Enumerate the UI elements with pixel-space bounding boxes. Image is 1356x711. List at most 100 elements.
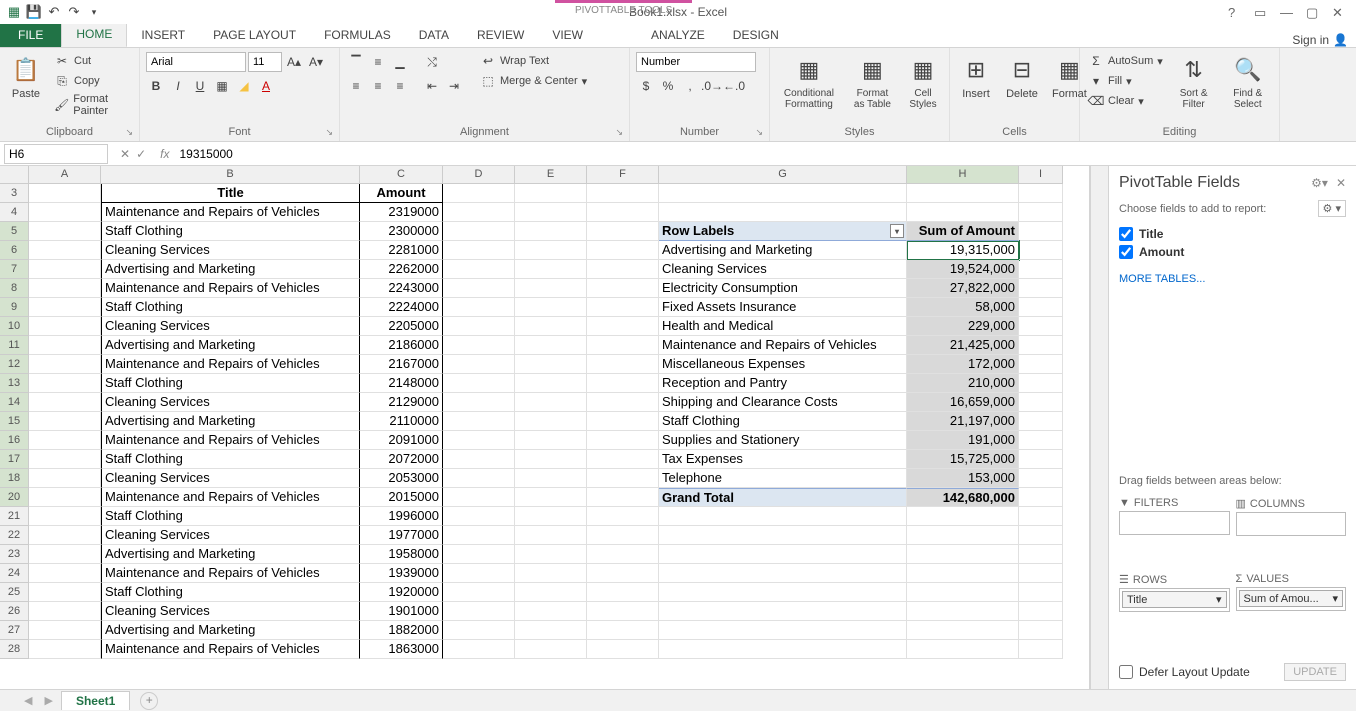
cell[interactable] [1019,222,1063,241]
row-header[interactable]: 14 [0,393,29,412]
formula-input[interactable] [175,144,1356,164]
cell[interactable]: 2186000 [360,336,443,355]
cell[interactable] [1019,412,1063,431]
field-checkbox[interactable]: Amount [1119,243,1346,261]
font-launcher-icon[interactable]: ↘ [325,127,333,138]
cell[interactable] [1019,260,1063,279]
cell[interactable] [29,355,101,374]
cell[interactable]: Maintenance and Repairs of Vehicles [101,279,360,298]
cell-styles-button[interactable]: ▦Cell Styles [903,52,943,112]
pane-options-icon[interactable]: ⚙▾ [1311,176,1328,190]
grid[interactable]: ABCDEFGHI 3TitleAmount4Maintenance and R… [0,166,1090,689]
update-button[interactable]: UPDATE [1284,663,1346,681]
cell[interactable] [1019,336,1063,355]
cell[interactable] [659,203,907,222]
cell[interactable]: 21,197,000 [907,412,1019,431]
cell[interactable] [1019,298,1063,317]
sort-filter-button[interactable]: ⇅Sort & Filter [1171,52,1217,112]
find-select-button[interactable]: 🔍Find & Select [1223,52,1274,112]
cell[interactable] [443,545,515,564]
cell[interactable] [515,184,587,203]
comma-format-icon[interactable]: , [680,76,700,96]
cell[interactable]: 2091000 [360,431,443,450]
cell[interactable] [515,488,587,507]
cell[interactable] [443,355,515,374]
cell[interactable] [515,526,587,545]
cell[interactable] [587,526,659,545]
cell[interactable]: 19,315,000 [907,241,1019,260]
cell[interactable] [515,431,587,450]
cell[interactable] [1019,583,1063,602]
row-header[interactable]: 26 [0,602,29,621]
delete-cells-button[interactable]: ⊟Delete [1002,52,1042,102]
cell[interactable] [587,412,659,431]
cell[interactable]: 2053000 [360,469,443,488]
cell[interactable] [443,184,515,203]
cell[interactable] [515,279,587,298]
cell[interactable] [29,526,101,545]
maximize-icon[interactable]: ▢ [1306,5,1320,19]
row-header[interactable]: 23 [0,545,29,564]
values-area-item[interactable]: Sum of Amou...▾ [1239,590,1344,607]
cell[interactable] [29,621,101,640]
cell[interactable] [515,640,587,659]
cell[interactable]: Advertising and Marketing [101,336,360,355]
cell[interactable] [587,640,659,659]
clipboard-launcher-icon[interactable]: ↘ [125,127,133,138]
cell[interactable]: 172,000 [907,355,1019,374]
cell[interactable] [443,412,515,431]
cell[interactable]: 2300000 [360,222,443,241]
cell[interactable]: Advertising and Marketing [101,621,360,640]
cell[interactable]: 2262000 [360,260,443,279]
cell[interactable]: 1863000 [360,640,443,659]
cell[interactable] [29,431,101,450]
cell[interactable]: Amount [360,184,443,203]
cell[interactable]: 2148000 [360,374,443,393]
cell[interactable]: 1977000 [360,526,443,545]
cell[interactable] [515,222,587,241]
sign-in[interactable]: Sign in👤 [1292,33,1356,47]
row-header[interactable]: 10 [0,317,29,336]
cell[interactable] [515,621,587,640]
row-header[interactable]: 5 [0,222,29,241]
cell[interactable]: Telephone [659,469,907,488]
cell[interactable] [1019,545,1063,564]
cell[interactable]: 2243000 [360,279,443,298]
cell[interactable] [1019,564,1063,583]
row-header[interactable]: 27 [0,621,29,640]
cell[interactable] [443,431,515,450]
clear-button[interactable]: ⌫Clear ▾ [1086,92,1165,110]
cell[interactable]: Advertising and Marketing [659,241,907,260]
cell[interactable]: Fixed Assets Insurance [659,298,907,317]
rows-area[interactable]: ☰ROWS Title▾ [1119,571,1230,651]
number-format-combo[interactable] [636,52,756,72]
cell[interactable]: Tax Expenses [659,450,907,469]
cell[interactable] [29,564,101,583]
cell[interactable] [907,640,1019,659]
cell[interactable]: Advertising and Marketing [101,412,360,431]
view-tab[interactable]: VIEW [538,23,597,47]
cell[interactable] [29,393,101,412]
number-launcher-icon[interactable]: ↘ [755,127,763,138]
cell[interactable] [907,602,1019,621]
format-as-table-button[interactable]: ▦Format as Table [848,52,897,112]
border-button[interactable]: ▦ [212,76,232,96]
columns-area[interactable]: ▥COLUMNS [1236,495,1347,565]
cell[interactable]: Shipping and Clearance Costs [659,393,907,412]
cell[interactable] [29,279,101,298]
column-header-B[interactable]: B [101,166,360,184]
cell[interactable] [1019,602,1063,621]
increase-font-icon[interactable]: A▴ [284,52,304,72]
cell[interactable] [515,374,587,393]
row-header[interactable]: 21 [0,507,29,526]
cell[interactable]: Maintenance and Repairs of Vehicles [659,336,907,355]
row-header[interactable]: 12 [0,355,29,374]
align-bottom-icon[interactable]: ▁ [390,52,410,72]
alignment-launcher-icon[interactable]: ↘ [615,127,623,138]
cell[interactable]: 153,000 [907,469,1019,488]
rows-area-item[interactable]: Title▾ [1122,591,1227,608]
cell[interactable]: Row Labels▾ [659,222,907,241]
cell[interactable] [29,374,101,393]
data-tab[interactable]: DATA [405,23,463,47]
add-sheet-button[interactable]: + [140,692,158,710]
